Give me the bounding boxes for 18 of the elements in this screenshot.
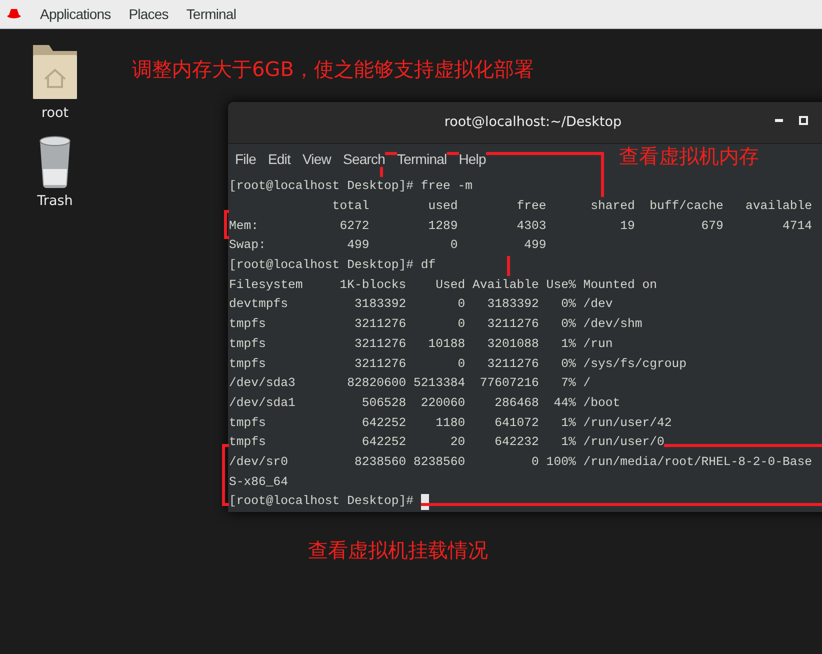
annotation-text: 调整内存大于6GB，使之能够支持虚拟化部署	[132, 56, 534, 83]
top-menu-item[interactable]: Places	[128, 6, 168, 22]
annotation-text: 查看虚拟机内存	[619, 143, 759, 170]
maximize-icon[interactable]	[799, 116, 808, 125]
top-menu-item[interactable]: Terminal	[186, 6, 236, 22]
annotation-text: 查看虚拟机挂载情况	[308, 537, 488, 564]
menu-item[interactable]: Edit	[268, 151, 290, 168]
menu-item[interactable]: View	[302, 151, 331, 168]
menu-item[interactable]: Search	[343, 151, 385, 168]
desktop-icon-label[interactable]: Trash	[37, 193, 73, 209]
menu-item[interactable]: Terminal	[396, 151, 447, 168]
trash-icon	[38, 135, 72, 189]
hat-logo-icon[interactable]	[6, 8, 22, 20]
desktop-icon-label[interactable]: root	[41, 105, 69, 121]
menu-item[interactable]: Help	[458, 151, 486, 168]
top-menu-item[interactable]: Applications	[40, 6, 111, 22]
menu-item[interactable]: File	[235, 151, 256, 168]
window-title: root@localhost:~/Desktop	[444, 114, 622, 130]
